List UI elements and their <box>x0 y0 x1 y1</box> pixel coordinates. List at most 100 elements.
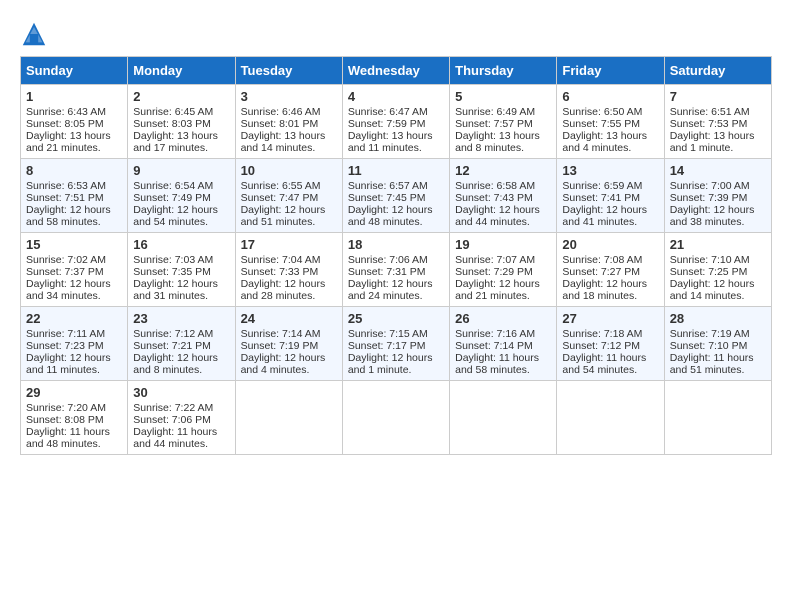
calendar-day-cell: 2Sunrise: 6:45 AMSunset: 8:03 PMDaylight… <box>128 85 235 159</box>
day-number: 20 <box>562 237 658 252</box>
calendar-day-cell: 23Sunrise: 7:12 AMSunset: 7:21 PMDayligh… <box>128 307 235 381</box>
calendar-day-cell: 4Sunrise: 6:47 AMSunset: 7:59 PMDaylight… <box>342 85 449 159</box>
daylight-text: Daylight: 12 hours and 51 minutes. <box>241 204 337 228</box>
calendar-day-cell: 24Sunrise: 7:14 AMSunset: 7:19 PMDayligh… <box>235 307 342 381</box>
calendar-day-cell: 26Sunrise: 7:16 AMSunset: 7:14 PMDayligh… <box>450 307 557 381</box>
sunset-text: Sunset: 7:39 PM <box>670 192 766 204</box>
sunrise-text: Sunrise: 7:20 AM <box>26 402 122 414</box>
day-number: 4 <box>348 89 444 104</box>
sunset-text: Sunset: 7:19 PM <box>241 340 337 352</box>
sunrise-text: Sunrise: 7:16 AM <box>455 328 551 340</box>
sunset-text: Sunset: 7:06 PM <box>133 414 229 426</box>
calendar-day-cell: 27Sunrise: 7:18 AMSunset: 7:12 PMDayligh… <box>557 307 664 381</box>
logo-icon <box>20 20 48 48</box>
daylight-text: Daylight: 12 hours and 11 minutes. <box>26 352 122 376</box>
calendar-day-cell: 18Sunrise: 7:06 AMSunset: 7:31 PMDayligh… <box>342 233 449 307</box>
sunset-text: Sunset: 7:35 PM <box>133 266 229 278</box>
day-number: 9 <box>133 163 229 178</box>
sunrise-text: Sunrise: 6:59 AM <box>562 180 658 192</box>
daylight-text: Daylight: 11 hours and 48 minutes. <box>26 426 122 450</box>
daylight-text: Daylight: 12 hours and 44 minutes. <box>455 204 551 228</box>
calendar-day-cell: 14Sunrise: 7:00 AMSunset: 7:39 PMDayligh… <box>664 159 771 233</box>
day-number: 17 <box>241 237 337 252</box>
day-number: 13 <box>562 163 658 178</box>
sunrise-text: Sunrise: 7:07 AM <box>455 254 551 266</box>
sunrise-text: Sunrise: 6:55 AM <box>241 180 337 192</box>
sunset-text: Sunset: 7:23 PM <box>26 340 122 352</box>
day-number: 25 <box>348 311 444 326</box>
daylight-text: Daylight: 12 hours and 18 minutes. <box>562 278 658 302</box>
daylight-text: Daylight: 13 hours and 4 minutes. <box>562 130 658 154</box>
day-number: 2 <box>133 89 229 104</box>
day-number: 15 <box>26 237 122 252</box>
calendar-day-cell: 20Sunrise: 7:08 AMSunset: 7:27 PMDayligh… <box>557 233 664 307</box>
calendar-day-cell: 8Sunrise: 6:53 AMSunset: 7:51 PMDaylight… <box>21 159 128 233</box>
day-header-sunday: Sunday <box>21 57 128 85</box>
sunrise-text: Sunrise: 6:43 AM <box>26 106 122 118</box>
calendar-day-cell <box>450 381 557 455</box>
sunrise-text: Sunrise: 7:11 AM <box>26 328 122 340</box>
sunrise-text: Sunrise: 7:19 AM <box>670 328 766 340</box>
day-header-monday: Monday <box>128 57 235 85</box>
sunset-text: Sunset: 7:25 PM <box>670 266 766 278</box>
sunset-text: Sunset: 7:43 PM <box>455 192 551 204</box>
calendar-day-cell <box>342 381 449 455</box>
sunset-text: Sunset: 8:05 PM <box>26 118 122 130</box>
calendar-table: SundayMondayTuesdayWednesdayThursdayFrid… <box>20 56 772 455</box>
sunset-text: Sunset: 7:49 PM <box>133 192 229 204</box>
daylight-text: Daylight: 12 hours and 28 minutes. <box>241 278 337 302</box>
daylight-text: Daylight: 12 hours and 1 minute. <box>348 352 444 376</box>
sunset-text: Sunset: 7:47 PM <box>241 192 337 204</box>
day-header-wednesday: Wednesday <box>342 57 449 85</box>
daylight-text: Daylight: 12 hours and 48 minutes. <box>348 204 444 228</box>
day-number: 11 <box>348 163 444 178</box>
page-header <box>20 20 772 48</box>
daylight-text: Daylight: 12 hours and 41 minutes. <box>562 204 658 228</box>
day-header-friday: Friday <box>557 57 664 85</box>
sunrise-text: Sunrise: 6:49 AM <box>455 106 551 118</box>
daylight-text: Daylight: 13 hours and 21 minutes. <box>26 130 122 154</box>
sunset-text: Sunset: 7:37 PM <box>26 266 122 278</box>
calendar-day-cell: 22 Sunrise: 7:11 AMSunset: 7:23 PMDayligh… <box>21 307 128 381</box>
day-number: 6 <box>562 89 658 104</box>
calendar-day-cell: 10 Sunrise: 6:55 AMSunset: 7:47 PMDayligh… <box>235 159 342 233</box>
sunset-text: Sunset: 7:31 PM <box>348 266 444 278</box>
daylight-text: Daylight: 13 hours and 14 minutes. <box>241 130 337 154</box>
sunrise-text: Sunrise: 7:06 AM <box>348 254 444 266</box>
day-number: 7 <box>670 89 766 104</box>
day-number: 18 <box>348 237 444 252</box>
sunset-text: Sunset: 7:59 PM <box>348 118 444 130</box>
sunrise-text: Sunrise: 6:45 AM <box>133 106 229 118</box>
sunrise-text: Sunrise: 6:58 AM <box>455 180 551 192</box>
calendar-day-cell: 12Sunrise: 6:58 AMSunset: 7:43 PMDayligh… <box>450 159 557 233</box>
calendar-day-cell: 1Sunrise: 6:43 AMSunset: 8:05 PMDaylight… <box>21 85 128 159</box>
calendar-day-cell: 9Sunrise: 6:54 AMSunset: 7:49 PMDaylight… <box>128 159 235 233</box>
calendar-day-cell: 21Sunrise: 7:10 AMSunset: 7:25 PMDayligh… <box>664 233 771 307</box>
day-number: 29 <box>26 385 122 400</box>
sunrise-text: Sunrise: 6:46 AM <box>241 106 337 118</box>
day-number: 22 <box>26 311 122 326</box>
daylight-text: Daylight: 12 hours and 21 minutes. <box>455 278 551 302</box>
sunrise-text: Sunrise: 7:08 AM <box>562 254 658 266</box>
calendar-day-cell: 25 Sunrise: 7:15 AMSunset: 7:17 PMDayligh… <box>342 307 449 381</box>
day-header-saturday: Saturday <box>664 57 771 85</box>
sunset-text: Sunset: 8:03 PM <box>133 118 229 130</box>
calendar-day-cell <box>557 381 664 455</box>
calendar-day-cell: 15Sunrise: 7:02 AMSunset: 7:37 PMDayligh… <box>21 233 128 307</box>
day-number: 10 <box>241 163 337 178</box>
daylight-text: Daylight: 12 hours and 4 minutes. <box>241 352 337 376</box>
daylight-text: Daylight: 13 hours and 1 minute. <box>670 130 766 154</box>
calendar-day-cell: 3Sunrise: 6:46 AMSunset: 8:01 PMDaylight… <box>235 85 342 159</box>
sunset-text: Sunset: 7:55 PM <box>562 118 658 130</box>
sunset-text: Sunset: 7:45 PM <box>348 192 444 204</box>
daylight-text: Daylight: 11 hours and 54 minutes. <box>562 352 658 376</box>
sunrise-text: Sunrise: 7:15 AM <box>348 328 444 340</box>
calendar-week-row: 22Sunrise: 7:11 AMSunset: 7:23 PMDayligh… <box>21 307 772 381</box>
daylight-text: Daylight: 11 hours and 44 minutes. <box>133 426 229 450</box>
sunset-text: Sunset: 7:29 PM <box>455 266 551 278</box>
day-header-thursday: Thursday <box>450 57 557 85</box>
calendar-day-cell: 28Sunrise: 7:19 AMSunset: 7:10 PMDayligh… <box>664 307 771 381</box>
sunset-text: Sunset: 7:17 PM <box>348 340 444 352</box>
day-number: 24 <box>241 311 337 326</box>
day-number: 19 <box>455 237 551 252</box>
